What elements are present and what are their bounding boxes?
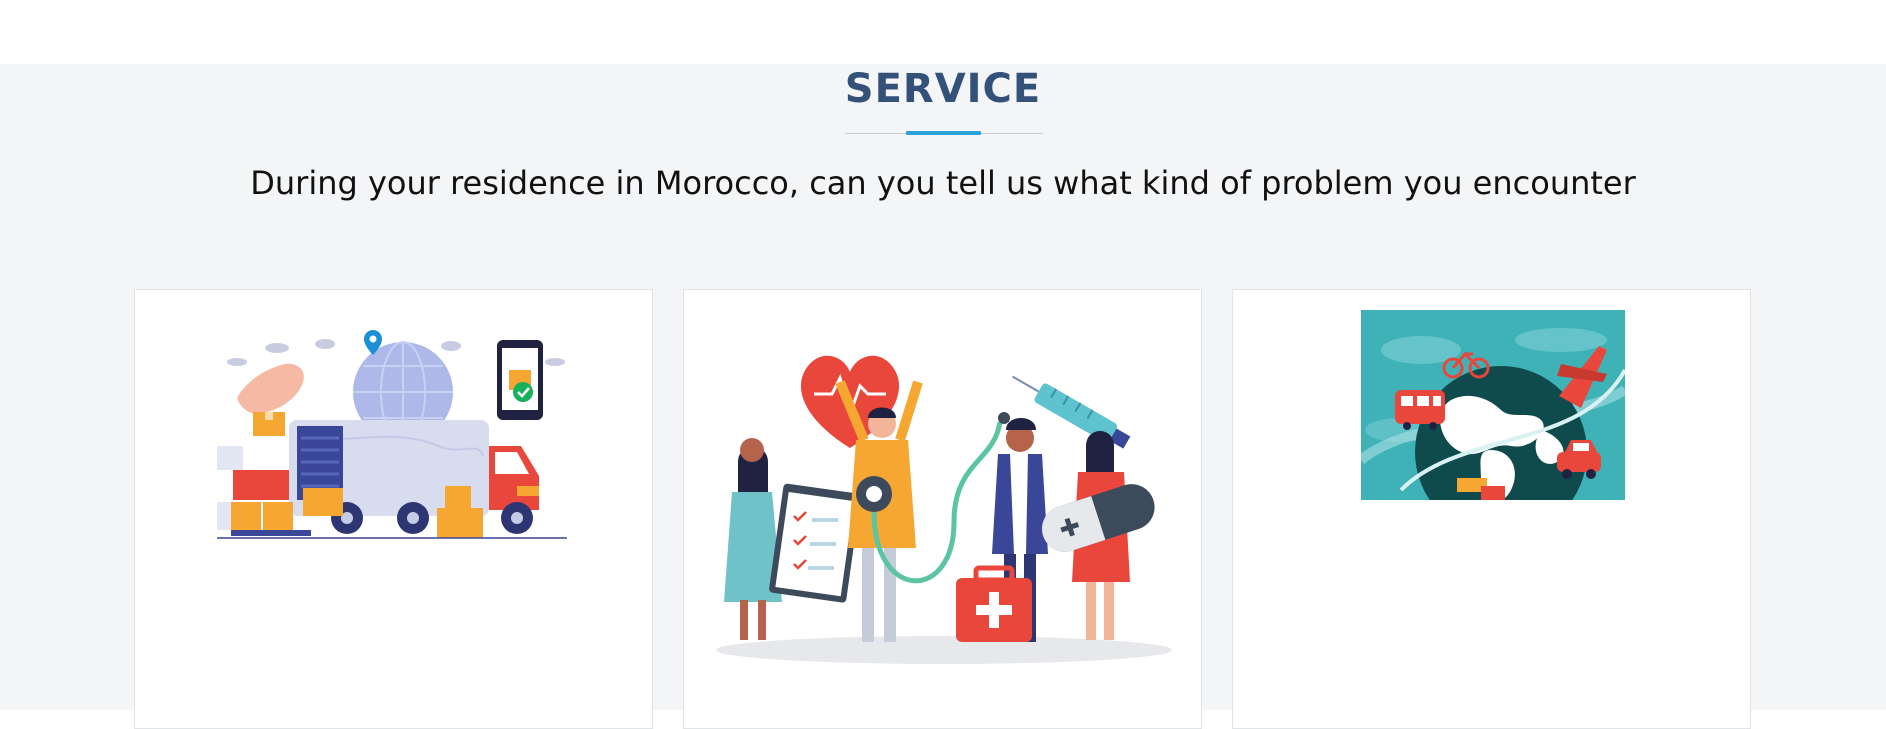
travel-globe-illustration (1361, 310, 1625, 500)
service-card-travel[interactable] (1232, 289, 1751, 729)
title-divider-accent (906, 131, 981, 135)
section-title: SERVICE (844, 66, 1042, 112)
service-section: SERVICE During your residence in Morocco… (0, 64, 1886, 729)
medical-team-illustration (714, 342, 1174, 672)
section-subtitle: During your residence in Morocco, can yo… (250, 164, 1636, 202)
delivery-truck-illustration (217, 326, 567, 541)
service-card-logistics[interactable] (134, 289, 653, 729)
top-navigation-bar (0, 0, 1886, 64)
service-card-health[interactable] (683, 289, 1202, 729)
